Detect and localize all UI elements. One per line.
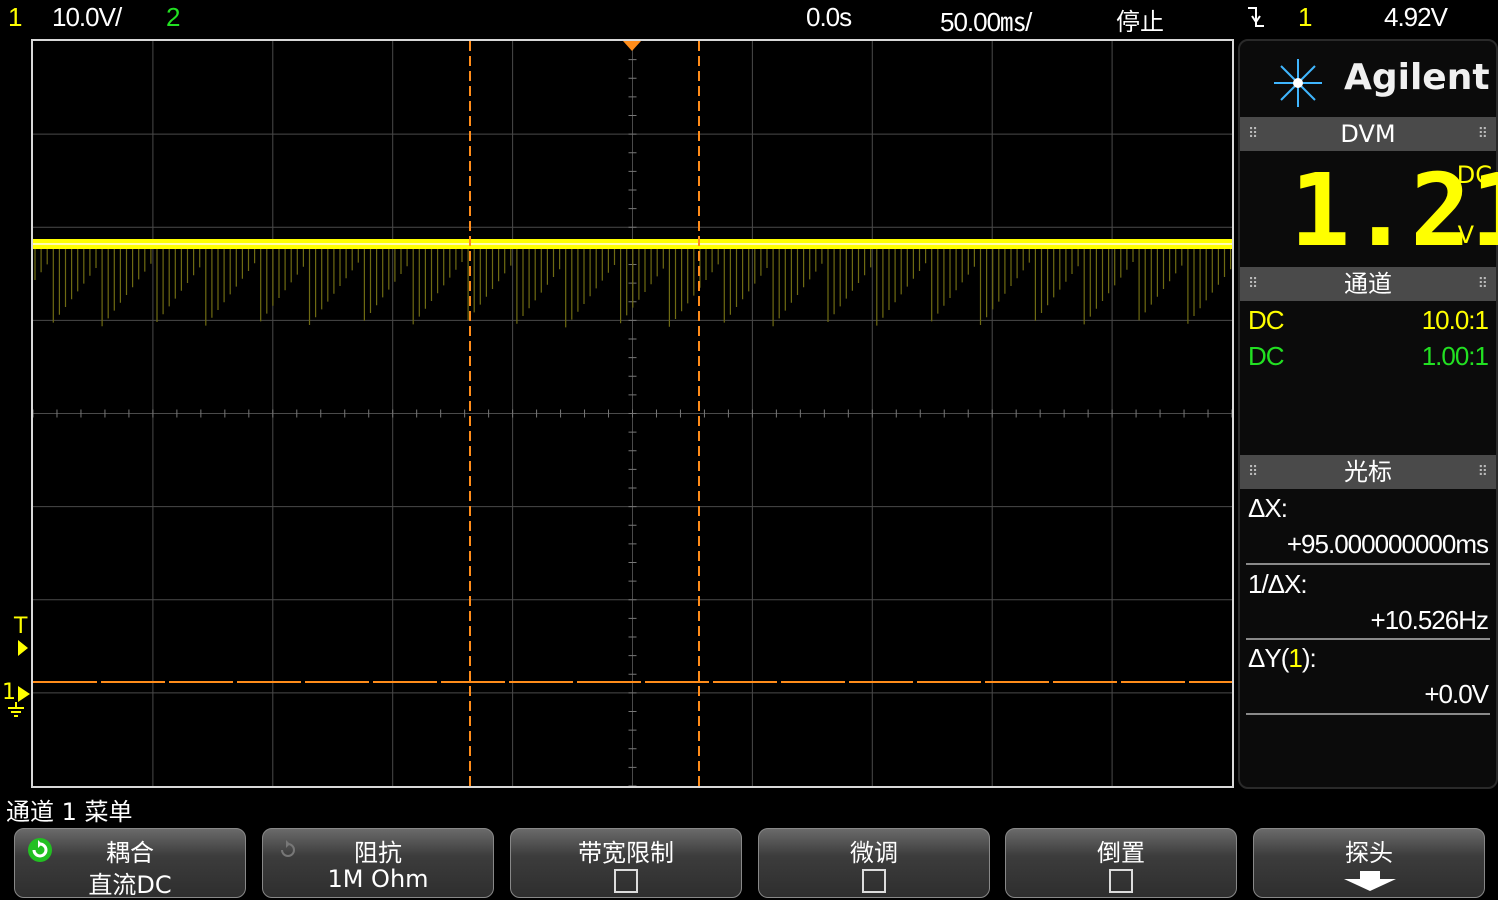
bw-limit-checkbox[interactable] — [614, 869, 638, 893]
softkey-impedance[interactable]: 阻抗 1M Ohm — [262, 828, 494, 898]
graticule — [33, 41, 1232, 786]
agilent-spark-icon — [1274, 59, 1322, 107]
softkey-fine[interactable]: 微调 — [758, 828, 990, 898]
trigger-source[interactable]: 1 — [1298, 2, 1313, 33]
delta-y-value: +0.0V — [1424, 679, 1489, 709]
trigger-level[interactable]: 4.92V — [1384, 2, 1448, 33]
softkey-bw-limit[interactable]: 带宽限制 — [510, 828, 742, 898]
info-panel: Agilent ⠿ DVM ⠿ 1.21 DC V ⠿ 通道 ⠿ DC 10.0… — [1238, 39, 1498, 789]
inv-delta-x-label: 1/ΔX: — [1248, 569, 1308, 599]
time-scale[interactable]: 50.00㎳/ — [940, 2, 1032, 39]
status-bar: 1 10.0V/ 2 0.0s 50.00㎳/ 停止 1 4.92V — [0, 0, 1498, 38]
ch1-number[interactable]: 1 — [8, 2, 23, 33]
waveform-display[interactable] — [31, 39, 1234, 788]
cursor-header[interactable]: ⠿ 光标 ⠿ — [1240, 455, 1496, 489]
time-delay[interactable]: 0.0s — [806, 2, 852, 33]
brand-logo: Agilent — [1240, 49, 1496, 113]
ch1-ground-marker[interactable]: 1 — [2, 680, 30, 717]
delta-y-label: ΔY(1): — [1248, 643, 1317, 673]
brand-name: Agilent — [1344, 57, 1490, 98]
ground-icon — [8, 702, 24, 717]
divider — [1246, 713, 1490, 715]
channel-header[interactable]: ⠿ 通道 ⠿ — [1240, 267, 1496, 301]
inv-delta-x-value: +10.526Hz — [1370, 605, 1489, 635]
fine-checkbox[interactable] — [862, 869, 886, 893]
falling-edge-trigger-icon — [1246, 2, 1266, 39]
ch1-trace-core — [33, 243, 1232, 245]
trigger-level-marker[interactable]: T — [14, 614, 28, 656]
divider — [1246, 638, 1490, 640]
ch1-scale[interactable]: 10.0V/ — [52, 2, 122, 33]
divider — [1246, 563, 1490, 565]
delta-x-value: +95.000000000ms — [1286, 529, 1489, 559]
softkey-probe[interactable]: 探头 — [1253, 828, 1485, 898]
dvm-mode: DC — [1456, 161, 1492, 189]
softkey-coupling[interactable]: 耦合 直流DC — [14, 828, 246, 899]
arrow-down-icon — [1344, 871, 1396, 891]
dvm-unit: V — [1457, 221, 1474, 249]
delta-x-label: ΔX: — [1248, 493, 1288, 523]
run-state[interactable]: 停止 — [1116, 2, 1164, 37]
softkey-invert[interactable]: 倒置 — [1005, 828, 1237, 898]
menu-title: 通道 1 菜单 — [6, 798, 133, 826]
invert-checkbox[interactable] — [1109, 869, 1133, 893]
dvm-header[interactable]: ⠿ DVM ⠿ — [1240, 117, 1496, 151]
trigger-position-marker — [623, 41, 641, 51]
ch2-number[interactable]: 2 — [166, 2, 181, 33]
